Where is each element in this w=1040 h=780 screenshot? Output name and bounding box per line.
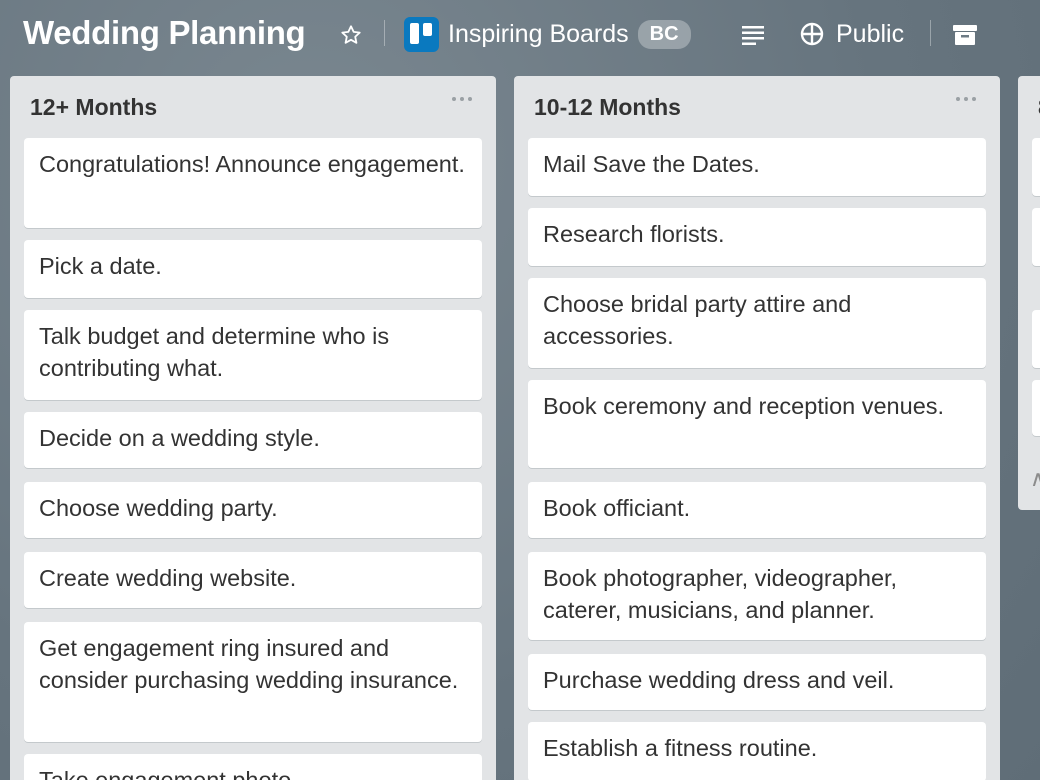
- card[interactable]: Choose wedding party.: [24, 482, 482, 538]
- card[interactable]: Book officiant.: [528, 482, 986, 538]
- header-divider: [384, 20, 385, 46]
- card[interactable]: Book photographer, videographer, caterer…: [528, 552, 986, 640]
- card[interactable]: Establish a fitness routine.: [528, 722, 986, 780]
- archive-icon: [953, 25, 977, 45]
- ellipsis-icon: [956, 97, 976, 101]
- card[interactable]: Take engagement photo: [24, 754, 482, 780]
- card[interactable]: Talk budget and determine who is contrib…: [24, 310, 482, 400]
- card[interactable]: Create wedding website.: [24, 552, 482, 608]
- board-title[interactable]: Wedding Planning: [23, 14, 306, 52]
- add-card-icon[interactable]: ∧: [1030, 466, 1040, 492]
- header-divider: [930, 20, 931, 46]
- menu-lines-icon: [742, 26, 764, 45]
- card[interactable]: Choose bridal party attire and accessori…: [528, 278, 986, 368]
- globe-icon: [800, 22, 824, 46]
- list-menu-button[interactable]: [954, 90, 978, 114]
- list-title[interactable]: 12+ Months: [30, 94, 157, 121]
- card[interactable]: Mail Save the Dates.: [528, 138, 986, 196]
- list-10-12-months: 10-12 Months Mail Save the Dates. Resear…: [514, 76, 1000, 780]
- visibility-button[interactable]: Public: [800, 16, 904, 52]
- team-badge: BC: [637, 19, 691, 49]
- card[interactable]: Research florists.: [528, 208, 986, 266]
- card[interactable]: Get engagement ring insured and consider…: [24, 622, 482, 742]
- archive-button[interactable]: [950, 20, 980, 50]
- card[interactable]: [1032, 208, 1040, 266]
- card[interactable]: Purchase wedding dress and veil.: [528, 654, 986, 710]
- card[interactable]: [1032, 380, 1040, 436]
- visibility-label: Public: [836, 19, 905, 48]
- card[interactable]: [1032, 138, 1040, 196]
- list-menu-button[interactable]: [450, 90, 474, 114]
- board-menu-button[interactable]: [738, 20, 768, 50]
- card[interactable]: Congratulations! Announce engagement.: [24, 138, 482, 228]
- list-12-plus-months: 12+ Months Congratulations! Announce eng…: [10, 76, 496, 780]
- card[interactable]: [1032, 310, 1040, 368]
- card[interactable]: Book ceremony and reception venues.: [528, 380, 986, 468]
- team-button[interactable]: Inspiring Boards BC: [404, 16, 691, 52]
- list-partial: 8 ∧: [1018, 76, 1040, 510]
- board-header: Wedding Planning Inspiring Boards BC Pub…: [0, 0, 1040, 72]
- star-button[interactable]: [336, 20, 366, 50]
- trello-logo-icon: [404, 16, 439, 52]
- star-icon: [341, 25, 361, 44]
- card[interactable]: Decide on a wedding style.: [24, 412, 482, 468]
- list-header: 12+ Months: [10, 76, 496, 138]
- team-name: Inspiring Boards: [448, 19, 629, 48]
- card[interactable]: Pick a date.: [24, 240, 482, 298]
- list-title[interactable]: 10-12 Months: [534, 94, 681, 121]
- list-header: 10-12 Months: [514, 76, 1000, 138]
- ellipsis-icon: [452, 97, 472, 101]
